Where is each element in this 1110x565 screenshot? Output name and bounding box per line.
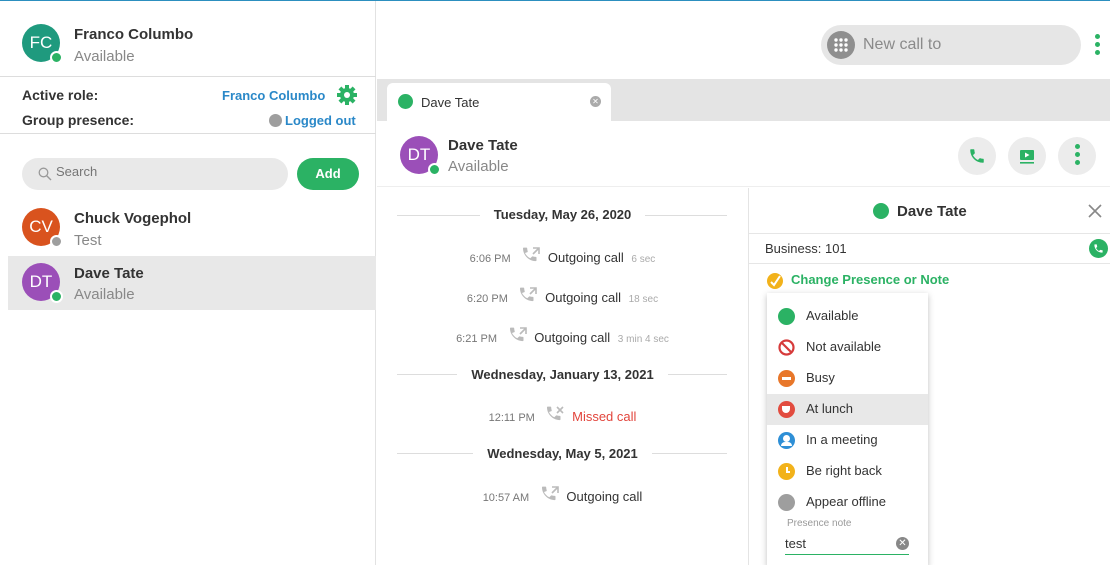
phone-icon[interactable]	[1089, 239, 1108, 258]
conversation-status: Available	[448, 158, 509, 175]
conversation-header: DT Dave Tate Available	[377, 121, 1110, 187]
tab-label: Dave Tate	[421, 95, 480, 110]
video-icon	[1020, 150, 1034, 164]
tab-dave-tate[interactable]: Dave Tate ✕	[387, 83, 611, 121]
call-history: Tuesday, May 26, 2020 6:06 PM Outgoing c…	[377, 188, 748, 565]
business-number-row[interactable]: Business: 101	[749, 234, 1110, 264]
clock-icon	[778, 463, 795, 480]
contact-status: Available	[74, 286, 135, 303]
dialpad-icon[interactable]	[827, 31, 855, 59]
screen-share-button[interactable]	[1008, 137, 1046, 175]
call-entry[interactable]: 6:20 PM Outgoing call 18 sec	[377, 287, 748, 305]
business-number: Business: 101	[765, 241, 847, 256]
presence-dot	[428, 163, 441, 176]
outgoing-call-icon	[509, 327, 527, 342]
not-available-icon	[778, 339, 795, 356]
user-status: Available	[74, 48, 135, 65]
new-call-box[interactable]: New call to	[821, 25, 1081, 65]
call-entry[interactable]: 12:11 PM Missed call	[377, 406, 748, 424]
active-role-value[interactable]: Franco Columbo	[222, 88, 325, 103]
outgoing-call-icon	[520, 287, 538, 302]
contact-name: Dave Tate	[74, 265, 144, 282]
top-bar: New call to	[377, 1, 1110, 78]
presence-dot	[50, 290, 63, 303]
close-icon[interactable]: ✕	[590, 96, 601, 107]
active-role-label: Active role:	[22, 87, 99, 103]
call-entry[interactable]: 10:57 AM Outgoing call	[377, 486, 748, 504]
details-name: Dave Tate	[897, 203, 967, 220]
menu-item-available[interactable]: Available	[767, 301, 928, 332]
presence-note-input[interactable]	[785, 533, 909, 555]
outgoing-call-icon	[523, 247, 541, 262]
contact-status: Test	[74, 232, 102, 249]
presence-dot	[873, 203, 889, 219]
more-options-button[interactable]	[1058, 137, 1096, 175]
user-name: Franco Columbo	[74, 26, 194, 43]
call-entry[interactable]: 6:21 PM Outgoing call 3 min 4 sec	[377, 327, 748, 345]
offline-dot	[269, 114, 282, 127]
call-entry[interactable]: 6:06 PM Outgoing call 6 sec	[377, 247, 748, 265]
missed-call-icon	[547, 406, 565, 421]
close-icon[interactable]	[1087, 203, 1103, 219]
new-call-input[interactable]: New call to	[863, 36, 941, 54]
contact-item[interactable]: CV Chuck Vogephol Test	[8, 202, 376, 256]
group-presence-value[interactable]: Logged out	[285, 113, 356, 128]
more-icon	[1075, 144, 1080, 168]
menu-item-be-right-back[interactable]: Be right back	[767, 456, 928, 487]
busy-icon	[778, 370, 795, 387]
presence-menu: Available Not available Busy At lunch In…	[767, 293, 928, 565]
menu-item-at-lunch[interactable]: At lunch	[767, 394, 928, 425]
outgoing-call-icon	[541, 486, 559, 501]
change-presence-link[interactable]: Change Presence or Note	[791, 272, 949, 287]
conversation-name: Dave Tate	[448, 137, 518, 154]
search-input[interactable]	[56, 164, 276, 179]
phone-icon	[970, 149, 984, 163]
more-icon[interactable]	[1095, 34, 1100, 58]
lunch-icon	[778, 401, 795, 418]
tab-strip: Dave Tate ✕	[377, 79, 1110, 121]
presence-dot	[50, 235, 63, 248]
day-header: Tuesday, May 26, 2020	[377, 207, 748, 222]
day-header: Wednesday, January 13, 2021	[377, 367, 748, 382]
presence-dot	[398, 94, 413, 109]
app-window: FC Franco Columbo Available Active role:…	[0, 0, 1110, 565]
current-user[interactable]: FC Franco Columbo Available	[0, 1, 376, 77]
offline-icon	[778, 494, 795, 511]
contact-name: Chuck Vogephol	[74, 210, 192, 227]
left-panel: FC Franco Columbo Available Active role:…	[0, 1, 376, 565]
clear-icon[interactable]: ✕	[896, 537, 909, 550]
edit-presence-icon[interactable]	[766, 272, 784, 290]
search-box[interactable]	[22, 158, 288, 190]
menu-item-appear-offline[interactable]: Appear offline	[767, 487, 928, 518]
menu-item-busy[interactable]: Busy	[767, 363, 928, 394]
add-button[interactable]: Add	[297, 158, 359, 190]
presence-dot	[50, 51, 63, 64]
menu-item-not-available[interactable]: Not available	[767, 332, 928, 363]
role-section: Active role: Franco Columbo Group presen…	[0, 78, 376, 134]
call-button[interactable]	[958, 137, 996, 175]
search-icon	[38, 167, 52, 181]
available-icon	[778, 308, 795, 325]
contact-item[interactable]: DT Dave Tate Available	[8, 256, 376, 310]
day-header: Wednesday, May 5, 2021	[377, 446, 748, 461]
menu-item-in-a-meeting[interactable]: In a meeting	[767, 425, 928, 456]
group-presence-label: Group presence:	[22, 112, 135, 128]
gear-icon[interactable]	[336, 84, 358, 106]
presence-note-label: Presence note	[787, 518, 852, 529]
meeting-icon	[778, 432, 795, 449]
details-header: Dave Tate	[749, 188, 1110, 234]
